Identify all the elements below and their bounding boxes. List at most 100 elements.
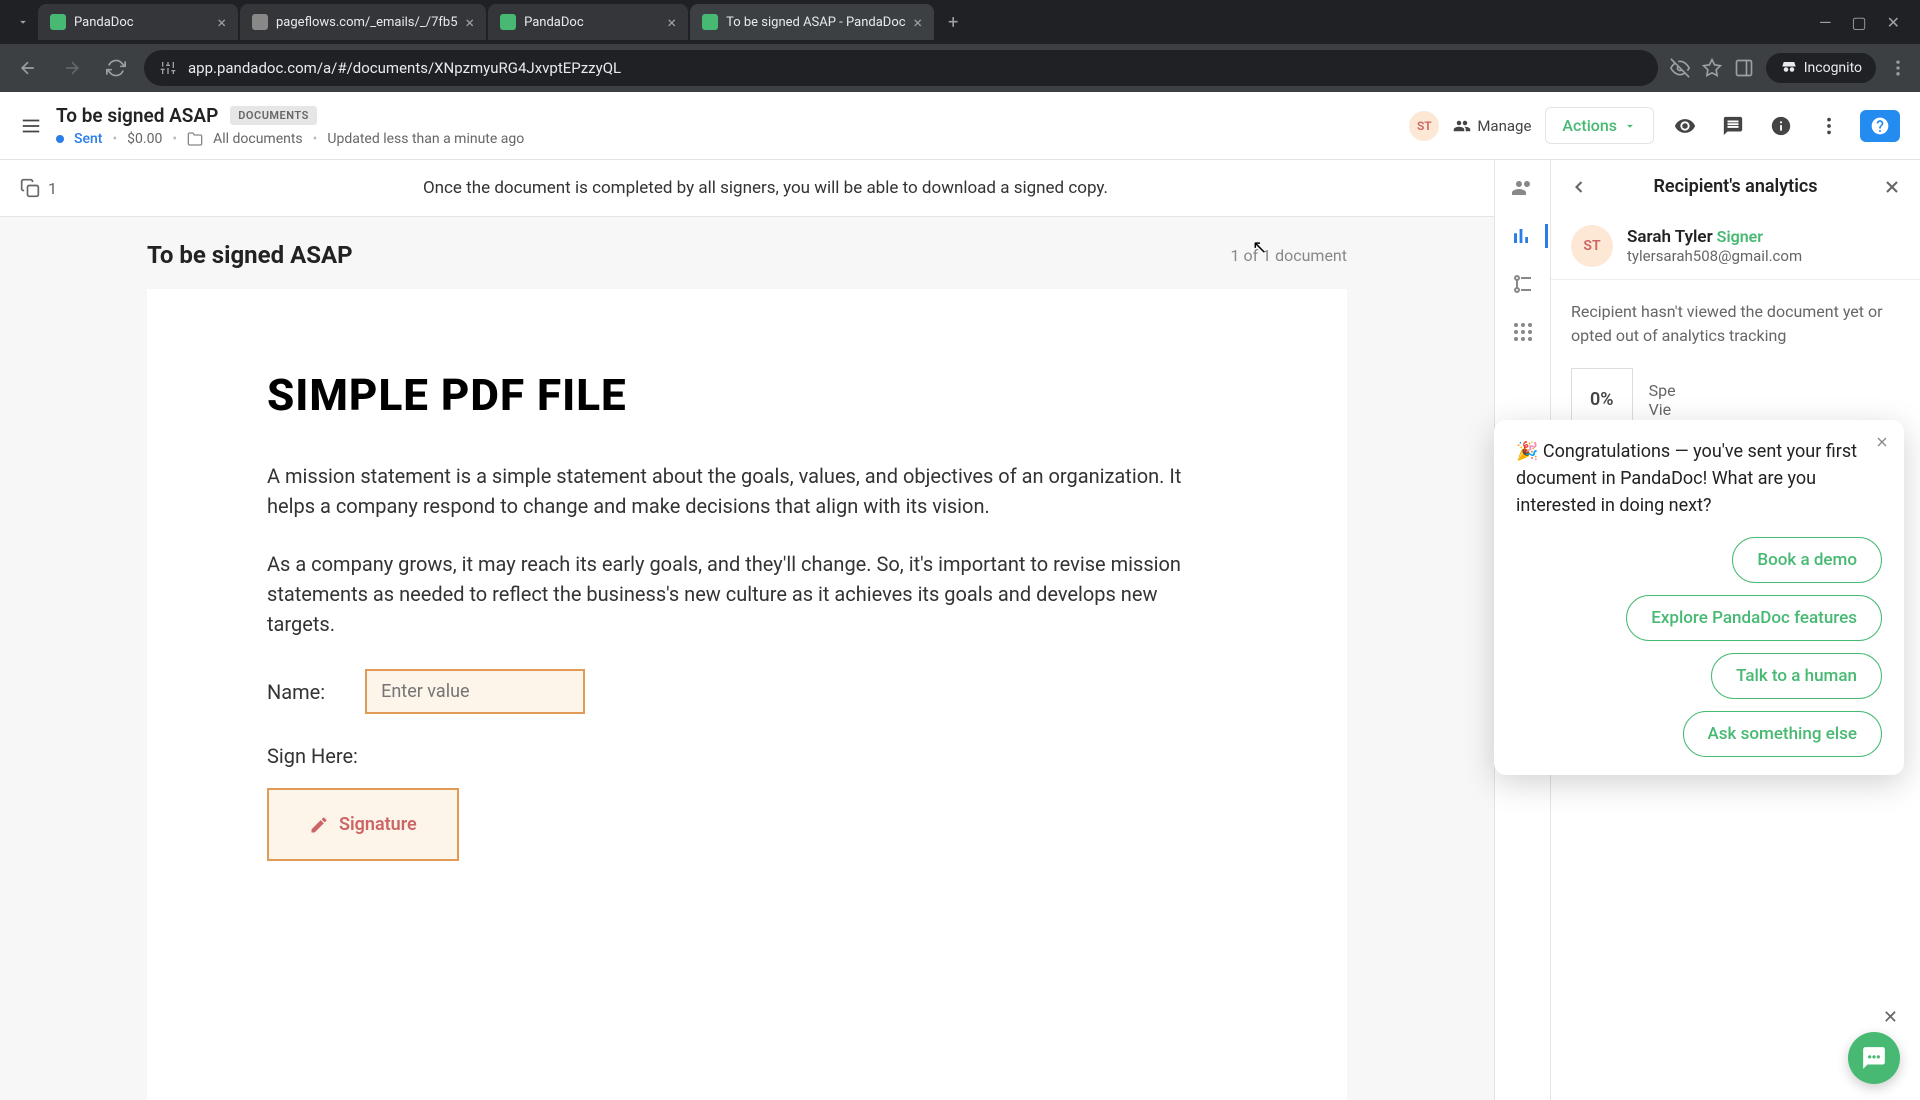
tab-title: pageflows.com/_emails/_/7fb5 [276,15,458,30]
pdf-title: SIMPLE PDF FILE [267,369,1227,421]
actions-dropdown[interactable]: Actions [1545,107,1654,144]
browser-tab[interactable]: pageflows.com/_emails/_/7fb5 × [240,4,486,40]
tab-title: PandaDoc [74,15,209,30]
document-count: 1 of 1 document [1230,246,1347,265]
recipient-role: Signer [1717,227,1763,246]
forward-button[interactable] [56,52,88,84]
tab-title: To be signed ASAP - PandaDoc [726,15,905,30]
tab-favicon [50,14,66,30]
name-label: Name: [267,680,325,704]
url-text: app.pandadoc.com/a/#/documents/XNpzmyuRG… [188,59,621,77]
copy-icon [20,178,40,198]
comments-button[interactable] [1716,109,1750,143]
page-number: 1 [48,179,57,198]
more-button[interactable] [1812,109,1846,143]
tab-list-dropdown[interactable] [8,15,38,29]
chat-popup: 🎉 Congratulations — you've sent your fir… [1494,420,1904,775]
close-window-icon[interactable]: ✕ [1887,13,1900,32]
tab-favicon [702,14,718,30]
people-icon [1453,117,1471,135]
rail-analytics-icon[interactable] [1509,224,1548,248]
talk-to-human-button[interactable]: Talk to a human [1711,653,1882,699]
document-price: $0.00 [127,131,162,147]
tab-favicon [500,14,516,30]
recipient-avatar: ST [1571,225,1613,267]
help-button[interactable] [1860,110,1900,142]
panel-back-button[interactable] [1569,177,1589,197]
analytics-message: Recipient hasn't viewed the document yet… [1551,280,1920,368]
info-button[interactable] [1764,109,1798,143]
browser-toolbar: app.pandadoc.com/a/#/documents/XNpzmyuRG… [0,44,1920,92]
panel-close-button[interactable] [1882,177,1902,197]
incognito-badge[interactable]: Incognito [1766,53,1876,83]
separator: • [172,131,177,147]
stat-spent: Spe [1649,381,1676,400]
close-icon[interactable]: × [914,13,923,32]
preview-button[interactable] [1668,109,1702,143]
url-input[interactable]: app.pandadoc.com/a/#/documents/XNpzmyuRG… [144,50,1658,86]
browser-tab[interactable]: PandaDoc × [38,4,238,40]
site-settings-icon[interactable] [160,60,176,76]
signature-field[interactable]: Signature [267,788,459,861]
incognito-icon [1780,59,1798,77]
info-message: Once the document is completed by all si… [57,178,1474,198]
separator: • [313,131,318,147]
rail-timeline-icon[interactable] [1511,272,1535,296]
name-input[interactable] [365,669,585,714]
close-icon[interactable]: × [668,13,677,32]
status-text: Sent [74,131,102,147]
sign-here-label: Sign Here: [267,744,358,768]
recipient-avatar[interactable]: ST [1409,111,1439,141]
reload-button[interactable] [100,52,132,84]
minimize-icon[interactable]: — [1819,13,1832,32]
chat-close-button[interactable]: ✕ [1883,1007,1898,1028]
chat-fab[interactable] [1848,1032,1900,1084]
back-button[interactable] [12,52,44,84]
browser-tab[interactable]: PandaDoc × [488,4,688,40]
pdf-paragraph: A mission statement is a simple statemen… [267,461,1227,521]
manage-label: Manage [1477,117,1531,135]
document-scroll[interactable]: To be signed ASAP 1 of 1 document SIMPLE… [0,217,1494,1100]
chat-dismiss-icon[interactable] [1874,434,1890,450]
main-content: 1 Once the document is completed by all … [0,160,1494,1100]
close-icon[interactable]: × [466,13,475,32]
rail-apps-icon[interactable] [1511,320,1535,344]
bookmark-icon[interactable] [1702,58,1722,78]
signature-label: Signature [339,814,417,835]
document-badge: DOCUMENTS [230,106,317,125]
recipient-row: ST Sarah Tyler Signer tylersarah508@gmai… [1551,213,1920,280]
page-count[interactable]: 1 [20,178,57,198]
pen-icon [309,815,329,835]
close-icon[interactable]: × [217,13,226,32]
stat-viewed: Vie [1649,400,1676,419]
folder-name[interactable]: All documents [213,131,303,147]
app-header: To be signed ASAP DOCUMENTS Sent • $0.00… [0,92,1920,160]
explore-features-button[interactable]: Explore PandaDoc features [1626,595,1882,641]
browser-tab-strip: PandaDoc × pageflows.com/_emails/_/7fb5 … [0,0,1920,44]
analytics-panel: Recipient's analytics ST Sarah Tyler Sig… [1550,160,1920,1100]
recipient-email: tylersarah508@gmail.com [1627,247,1802,265]
actions-label: Actions [1562,116,1617,135]
rail-recipients-icon[interactable] [1511,176,1535,200]
book-demo-button[interactable]: Book a demo [1732,537,1882,583]
info-bar: 1 Once the document is completed by all … [0,160,1494,217]
incognito-label: Incognito [1804,60,1862,76]
new-tab-button[interactable]: + [936,12,970,33]
menu-button[interactable] [20,115,42,137]
side-panel-icon[interactable] [1734,58,1754,78]
document-heading: To be signed ASAP [147,241,353,269]
document-title: To be signed ASAP [56,104,218,127]
manage-button[interactable]: Manage [1453,117,1531,135]
browser-menu-icon[interactable] [1888,58,1908,78]
chat-icon [1861,1045,1887,1071]
ask-something-button[interactable]: Ask something else [1683,711,1882,757]
updated-text: Updated less than a minute ago [327,131,524,147]
recipient-name: Sarah Tyler [1627,227,1713,247]
maximize-icon[interactable]: ▢ [1851,13,1866,32]
eye-off-icon[interactable] [1670,58,1690,78]
folder-icon [187,131,203,147]
status-dot-icon [56,135,64,143]
browser-tab-active[interactable]: To be signed ASAP - PandaDoc × [690,4,934,40]
panel-title: Recipient's analytics [1603,176,1868,197]
document-page: SIMPLE PDF FILE A mission statement is a… [147,289,1347,1100]
